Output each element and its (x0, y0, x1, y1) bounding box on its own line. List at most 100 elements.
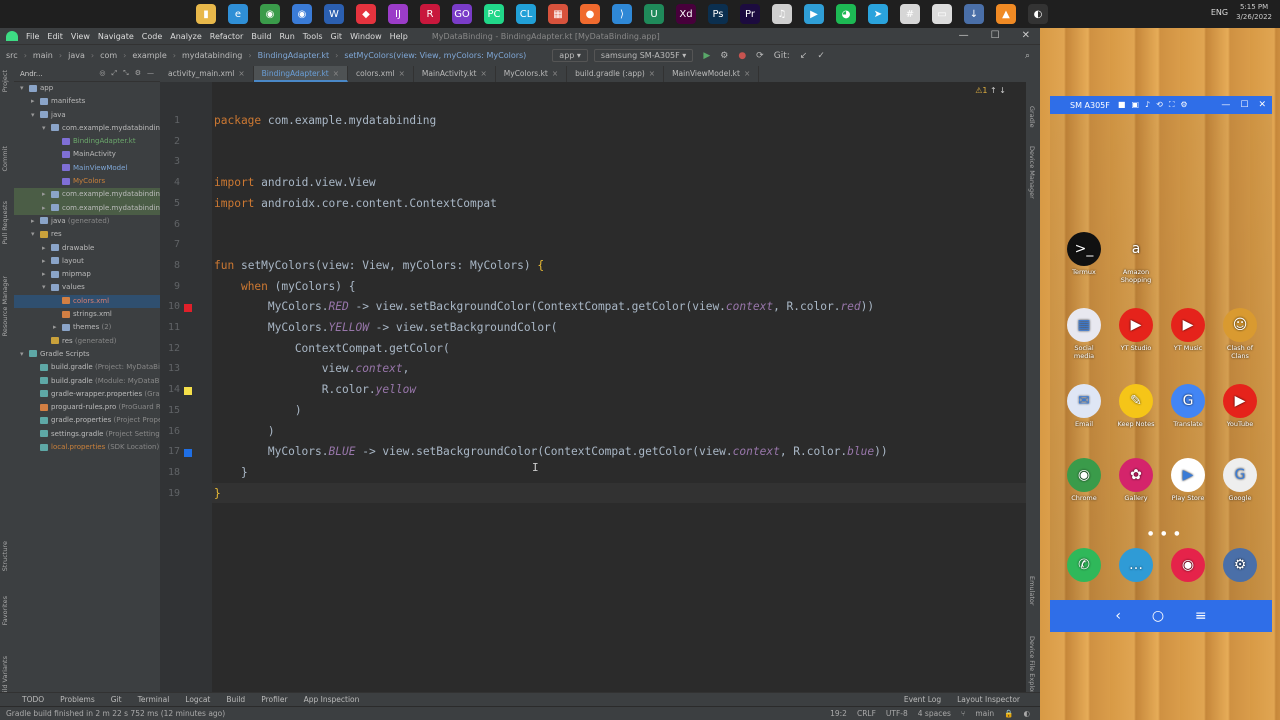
tool-event-log[interactable]: Event Log (904, 695, 941, 704)
camera-icon[interactable]: ■ (1118, 100, 1126, 110)
tree-item[interactable]: gradle.properties (Project Properties) (14, 414, 160, 427)
code-line[interactable]: when (myColors) { (214, 280, 356, 293)
tree-item[interactable]: gradle-wrapper.properties (Gradle Versio… (14, 388, 160, 401)
tab-close-icon[interactable]: × (480, 69, 486, 78)
code-line[interactable]: ) (214, 404, 302, 417)
dock-app[interactable]: ✆ (1064, 548, 1104, 584)
rider-icon[interactable]: R (420, 4, 440, 24)
recents-icon[interactable]: ≡ (1195, 608, 1207, 624)
tool-window-structure[interactable]: Structure (1, 541, 9, 571)
postman-icon[interactable]: ● (580, 4, 600, 24)
tab-close-icon[interactable]: × (238, 69, 244, 78)
tab-close-icon[interactable]: × (552, 69, 558, 78)
gear-icon[interactable]: ⚙ (135, 69, 141, 78)
code-line[interactable]: MyColors.BLUE -> view.setBackgroundColor… (214, 445, 888, 458)
tree-item[interactable]: build.gradle (Project: MyDataBinding) (14, 361, 160, 374)
goland-icon[interactable]: GO (452, 4, 472, 24)
tray-lang[interactable]: ENG (1211, 8, 1228, 17)
app-gallery[interactable]: ✿ Gallery (1116, 458, 1156, 502)
run-icon[interactable]: ▶ (703, 51, 710, 61)
upwork-icon[interactable]: U (644, 4, 664, 24)
code-line[interactable]: import android.view.View (214, 176, 376, 189)
tool-layout-inspector[interactable]: Layout Inspector (957, 695, 1020, 704)
tree-item[interactable]: ▾ java (14, 109, 160, 122)
app-yt-studio[interactable]: ▶ YT Studio (1116, 308, 1156, 352)
breadcrumb-item[interactable]: java (68, 51, 85, 60)
tab-mainactivity-kt[interactable]: MainActivity.kt × (414, 66, 496, 82)
app-social-media[interactable]: ▦ Social media (1064, 308, 1104, 360)
tree-item[interactable]: ▾ com.example.mydatabinding (14, 122, 160, 135)
collapsed-arrow-icon[interactable]: ▸ (42, 188, 51, 201)
code-line[interactable]: ) (214, 425, 275, 438)
breadcrumb-item[interactable]: example (132, 51, 166, 60)
tab-colors-xml[interactable]: colors.xml × (348, 66, 414, 82)
menu-navigate[interactable]: Navigate (98, 32, 134, 41)
word-icon[interactable]: W (324, 4, 344, 24)
close-icon[interactable]: ✕ (1022, 30, 1030, 41)
minimize-icon[interactable]: — (959, 30, 969, 41)
slack-icon[interactable]: # (900, 4, 920, 24)
collapsed-arrow-icon[interactable]: ▸ (42, 268, 51, 281)
git-update-icon[interactable]: ↙ (800, 51, 808, 61)
photos-viewer-icon[interactable]: ▭ (932, 4, 952, 24)
menu-edit[interactable]: Edit (47, 32, 63, 41)
code-editor[interactable]: 1 2 3 4 5 6 7 8 9 10 11 12 13 14 15 16 17 18 19 package co… (160, 82, 1026, 706)
menu-git[interactable]: Git (331, 32, 343, 41)
tab-build-gradle-app-[interactable]: build.gradle (:app) × (567, 66, 665, 82)
tree-item[interactable]: ▸ java (generated) (14, 215, 160, 228)
app-youtube[interactable]: ▶ YouTube (1220, 384, 1260, 428)
settings-icon[interactable]: ⚙ (1180, 100, 1187, 110)
record-icon[interactable]: ▣ (1131, 100, 1139, 110)
tool-window-gradle[interactable]: Gradle (1028, 106, 1036, 128)
menu-run[interactable]: Run (279, 32, 294, 41)
app-clash-of-clans[interactable]: ☺ Clash of Clans (1220, 308, 1260, 360)
tab-close-icon[interactable]: × (399, 69, 405, 78)
photoshop-icon[interactable]: Ps (708, 4, 728, 24)
tool-window-commit[interactable]: Commit (1, 146, 9, 172)
tab-bindingadapter-kt[interactable]: BindingAdapter.kt × (253, 66, 349, 82)
tree-item[interactable]: build.gradle (Module: MyDataBinding.app) (14, 375, 160, 388)
tree-item[interactable]: ▸ mipmap (14, 268, 160, 281)
project-view-select[interactable]: Andr... (20, 70, 43, 78)
expanded-arrow-icon[interactable]: ▾ (42, 122, 51, 135)
menu-code[interactable]: Code (142, 32, 162, 41)
spotify-icon[interactable]: ◕ (836, 4, 856, 24)
home-icon[interactable]: ○ (1152, 608, 1164, 624)
maximize-icon[interactable]: ☐ (991, 30, 1000, 41)
tab-close-icon[interactable]: × (649, 69, 655, 78)
tool-app-inspection[interactable]: App Inspection (304, 695, 360, 704)
tree-item[interactable]: local.properties (SDK Location) (14, 441, 160, 454)
obs-icon[interactable]: ◐ (1028, 4, 1048, 24)
inspection-widget[interactable]: ⚠1 ↑ ↓ (975, 86, 1006, 95)
menu-build[interactable]: Build (251, 32, 271, 41)
code-line[interactable]: } (214, 487, 221, 500)
vlc-icon[interactable]: ▲ (996, 4, 1016, 24)
tree-item[interactable]: ▾ res (14, 228, 160, 241)
app-yt-music[interactable]: ▶ YT Music (1168, 308, 1208, 352)
tool-window-pull-requests[interactable]: Pull Requests (1, 201, 9, 244)
tree-item[interactable]: MainViewModel (14, 162, 160, 175)
tree-item[interactable]: BindingAdapter.kt (14, 135, 160, 148)
tree-item[interactable]: settings.gradle (Project Settings) (14, 428, 160, 441)
code-line[interactable]: fun setMyColors(view: View, myColors: My… (214, 259, 544, 272)
tool-window-device-file-explorer[interactable]: Device File Explorer (1028, 636, 1036, 700)
app-chrome[interactable]: ◉ Chrome (1064, 458, 1104, 502)
tree-item[interactable]: ▸ com.example.mydatabinding (14, 188, 160, 202)
tool-git[interactable]: Git (111, 695, 122, 704)
breadcrumb-item[interactable]: BindingAdapter.kt (258, 51, 330, 60)
dock-app[interactable]: ◉ (1168, 548, 1208, 584)
caret-position[interactable]: 19:2 (830, 709, 847, 718)
expand-icon[interactable]: ⤢ (112, 69, 118, 78)
device-select[interactable]: samsung SM-A305F ▾ (593, 49, 694, 62)
expanded-arrow-icon[interactable]: ▾ (42, 281, 51, 294)
breadcrumb-item[interactable]: com (100, 51, 117, 60)
run-config-select[interactable]: app ▾ (552, 49, 588, 62)
tab-close-icon[interactable]: × (744, 69, 750, 78)
lock-icon[interactable]: 🔒 (1004, 709, 1013, 718)
tool-todo[interactable]: TODO (22, 695, 44, 704)
tree-item[interactable]: MyColors (14, 175, 160, 188)
tool-window-emulator[interactable]: Emulator (1028, 576, 1036, 606)
code-line[interactable]: MyColors.YELLOW -> view.setBackgroundCol… (214, 321, 558, 334)
tree-item[interactable]: ▸ themes (2) (14, 321, 160, 334)
debug-icon[interactable]: ⚙ (720, 51, 728, 61)
